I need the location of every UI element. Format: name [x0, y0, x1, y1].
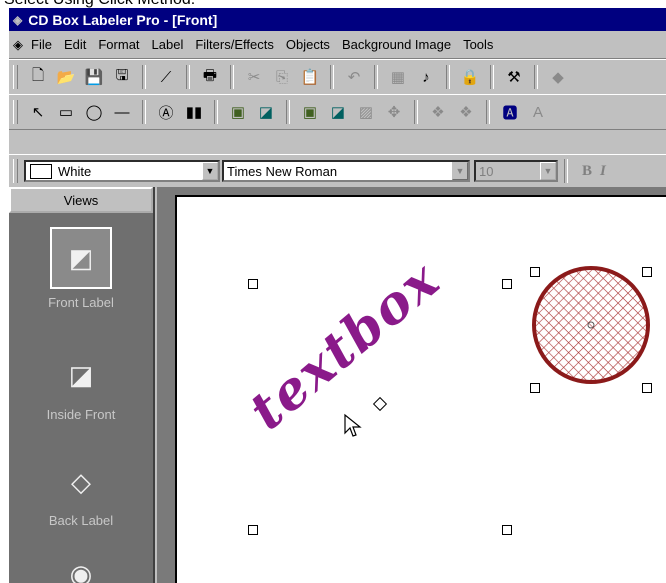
- image2-icon[interactable]: ▣: [298, 100, 322, 124]
- toolbar-separator: [142, 100, 146, 124]
- view-label: Back Label: [48, 513, 114, 528]
- chevron-down-icon[interactable]: ▼: [540, 162, 556, 180]
- view-front-label[interactable]: ◩ Front Label: [9, 227, 153, 310]
- drawing-toolbar: ↖ ▭ ◯ — Ⓐ ▮▮ ▣ ◪ ▣ ◪ ▨ ✥ ❖ ❖ 🅰 A: [9, 94, 666, 130]
- view-label: Front Label: [48, 295, 114, 310]
- effect2-icon[interactable]: ❖: [454, 100, 478, 124]
- selection-handle[interactable]: [248, 279, 258, 289]
- undo-icon[interactable]: ↶: [342, 65, 366, 89]
- hatched-circle[interactable]: [529, 263, 653, 387]
- menu-objects[interactable]: Objects: [280, 37, 336, 52]
- line-icon[interactable]: —: [110, 100, 134, 124]
- view-inside-front[interactable]: ◪ Inside Front: [9, 355, 153, 423]
- italic-button[interactable]: I: [600, 163, 606, 180]
- menu-format[interactable]: Format: [92, 37, 145, 52]
- view-cd-disc[interactable]: ◉: [9, 559, 153, 583]
- inside-front-icon: ◪: [68, 359, 94, 390]
- toolbar-separator: [446, 65, 450, 89]
- title-bar: ◈ CD Box Labeler Pro - [Front]: [9, 8, 666, 31]
- standard-toolbar: 🗋 📂 💾 🖫 ⟋ 🖶 ✂ ⎘ 📋 ↶ ▦ ♪ 🔒 ⚒ ◆: [9, 59, 666, 95]
- window-title: CD Box Labeler Pro - [Front]: [28, 11, 218, 28]
- menu-file[interactable]: File: [25, 37, 58, 52]
- image-icon[interactable]: ▣: [226, 100, 250, 124]
- audio-icon[interactable]: ♪: [414, 65, 438, 89]
- menu-background-image[interactable]: Background Image: [336, 37, 457, 52]
- menu-filters-effects[interactable]: Filters/Effects: [189, 37, 280, 52]
- font-size-value: 10: [479, 163, 494, 179]
- chevron-down-icon[interactable]: ▼: [452, 162, 468, 180]
- new-icon[interactable]: 🗋: [26, 65, 50, 89]
- font-select[interactable]: Times New Roman ▼: [222, 160, 470, 182]
- back-label-icon: ◇: [71, 466, 91, 497]
- save-all-icon[interactable]: 🖫: [110, 65, 134, 89]
- toolbar-separator: [564, 159, 568, 183]
- toolbar-grip[interactable]: [13, 65, 18, 89]
- paste-icon[interactable]: 📋: [298, 65, 322, 89]
- toolbar-separator: [414, 100, 418, 124]
- toolbar-separator: [486, 100, 490, 124]
- app-icon: ◈: [13, 12, 23, 27]
- toolbar-separator: [230, 65, 234, 89]
- text-tool-icon[interactable]: Ⓐ: [154, 100, 178, 124]
- selection-handle[interactable]: [502, 525, 512, 535]
- rotation-handle[interactable]: [372, 396, 388, 412]
- front-label-icon: ◩: [50, 227, 112, 289]
- chevron-down-icon[interactable]: ▼: [202, 162, 218, 180]
- color-select[interactable]: White ▼: [24, 160, 220, 182]
- font-value: Times New Roman: [227, 163, 338, 179]
- print-icon[interactable]: 🖶: [198, 65, 222, 89]
- font-size-select[interactable]: 10 ▼: [474, 160, 558, 182]
- tools-icon[interactable]: ⚒: [502, 65, 526, 89]
- mouse-cursor-icon: [344, 413, 362, 437]
- diamond-icon[interactable]: ◆: [546, 65, 570, 89]
- format-toolbar: White ▼ Times New Roman ▼ 10 ▼ B I: [9, 154, 666, 187]
- toolbar-grip[interactable]: [13, 159, 18, 183]
- wand-icon[interactable]: ⟋: [154, 65, 178, 89]
- app-window: ◈ File Edit Format Label Filters/Effects…: [9, 31, 666, 583]
- copy-icon[interactable]: ⎘: [270, 65, 294, 89]
- toolbar-separator: [534, 65, 538, 89]
- selection-handle[interactable]: [248, 525, 258, 535]
- toolbar-separator: [142, 65, 146, 89]
- save-icon[interactable]: 💾: [82, 65, 106, 89]
- toolbar-separator: [374, 65, 378, 89]
- fill-icon[interactable]: ▨: [354, 100, 378, 124]
- menu-tools[interactable]: Tools: [457, 37, 499, 52]
- cut-icon[interactable]: ✂: [242, 65, 266, 89]
- ellipse-icon[interactable]: ◯: [82, 100, 106, 124]
- rectangle-icon[interactable]: ▭: [54, 100, 78, 124]
- menu-bar: ◈ File Edit Format Label Filters/Effects…: [9, 31, 666, 59]
- label-canvas[interactable]: textbox: [175, 195, 666, 583]
- views-header: Views: [9, 187, 153, 213]
- barcode-icon[interactable]: ▮▮: [182, 100, 206, 124]
- toolbar-separator: [330, 65, 334, 89]
- select-arrow-icon[interactable]: ↖: [26, 100, 50, 124]
- view-back-label[interactable]: ◇ Back Label: [9, 465, 153, 529]
- text-effect-icon[interactable]: A: [526, 100, 550, 124]
- cd-disc-icon: ◉: [69, 558, 93, 583]
- move-icon[interactable]: ✥: [382, 100, 406, 124]
- toolbar-separator: [186, 65, 190, 89]
- menu-edit[interactable]: Edit: [58, 37, 92, 52]
- effect-icon[interactable]: ❖: [426, 100, 450, 124]
- picture2-icon[interactable]: ◪: [326, 100, 350, 124]
- bold-button[interactable]: B: [582, 163, 592, 180]
- views-panel: Views ◩ Front Label ◪ Inside Front ◇ Bac…: [9, 187, 155, 583]
- picture-icon[interactable]: ◪: [254, 100, 278, 124]
- text-edit-icon[interactable]: 🅰: [498, 100, 522, 124]
- toolbar-separator: [214, 100, 218, 124]
- selection-handle[interactable]: [502, 279, 512, 289]
- toolbar-separator: [286, 100, 290, 124]
- menu-label[interactable]: Label: [146, 37, 190, 52]
- toolbar-grip[interactable]: [13, 100, 18, 124]
- open-icon[interactable]: 📂: [54, 65, 78, 89]
- lock-icon[interactable]: 🔒: [458, 65, 482, 89]
- toolbar-separator: [490, 65, 494, 89]
- color-value: White: [58, 163, 92, 179]
- menu-app-icon[interactable]: ◈: [9, 37, 25, 53]
- color-swatch: [30, 163, 52, 179]
- table-icon[interactable]: ▦: [386, 65, 410, 89]
- view-label: Inside Front: [46, 407, 116, 422]
- design-area: textbox: [157, 187, 666, 583]
